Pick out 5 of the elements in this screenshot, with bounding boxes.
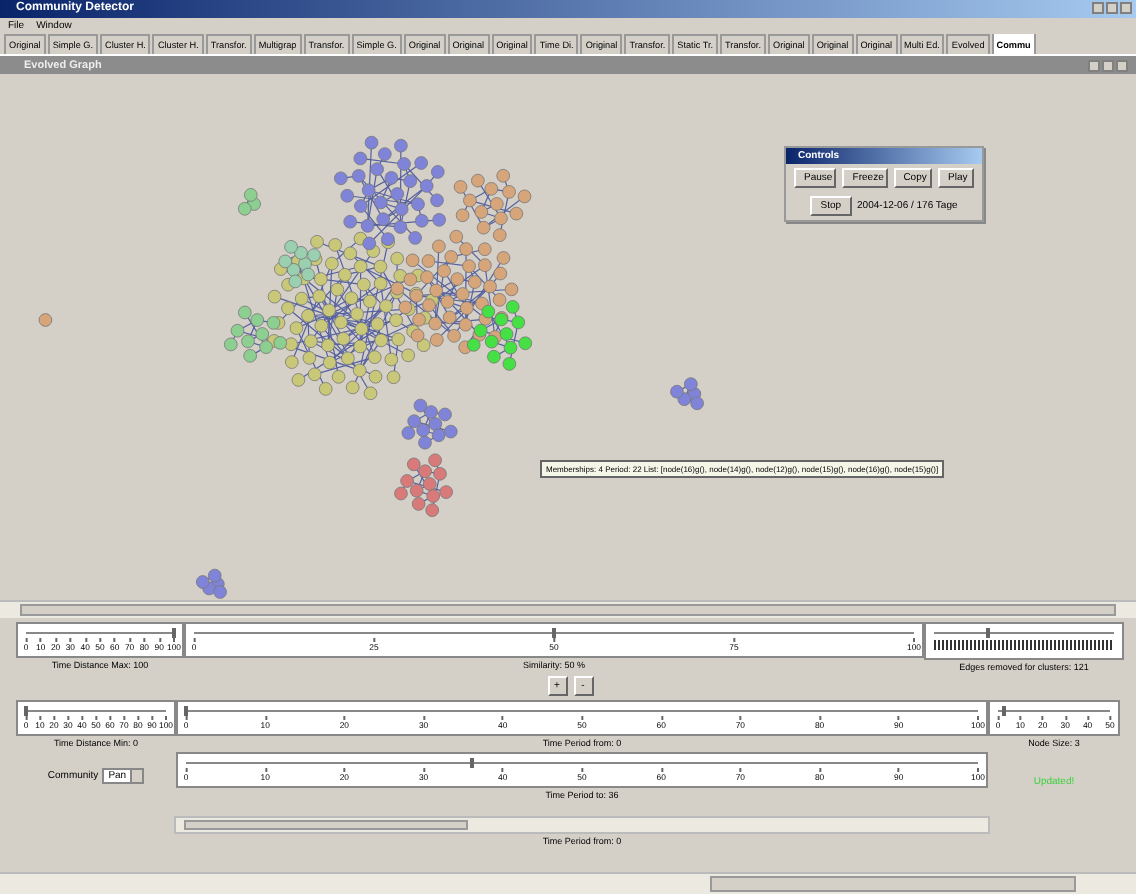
slider-thumb[interactable] bbox=[1002, 705, 1007, 716]
scrollbar[interactable] bbox=[0, 872, 1136, 894]
slider[interactable] bbox=[924, 621, 1124, 660]
period-scrollbar[interactable] bbox=[174, 815, 990, 834]
slider-thumb[interactable] bbox=[469, 757, 474, 768]
